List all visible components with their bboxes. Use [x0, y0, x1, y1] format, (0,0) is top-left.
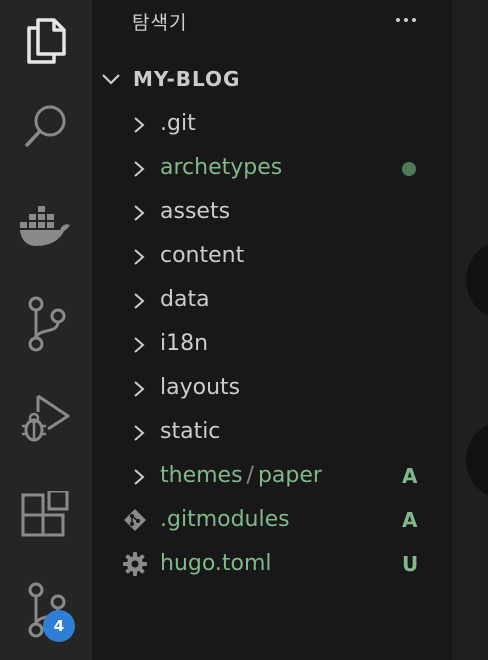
- extensions-button[interactable]: [0, 476, 92, 556]
- git-status-badge: A: [402, 464, 418, 488]
- tree-item-archetypes[interactable]: archetypes: [92, 146, 452, 190]
- tree-item-label: hugo.toml: [160, 551, 272, 576]
- source-control-icon: [28, 296, 66, 352]
- chevron-right-icon: [134, 117, 145, 133]
- more-dot-icon: [396, 18, 400, 22]
- tree-item-layouts[interactable]: layouts: [92, 366, 452, 410]
- explorer-button[interactable]: [0, 0, 92, 80]
- tree-item-label: .gitmodules: [160, 507, 290, 532]
- activity-bar: 4: [0, 0, 92, 660]
- tree-item-static[interactable]: static: [92, 410, 452, 454]
- source-control-badged-button[interactable]: [0, 570, 92, 650]
- chevron-right-icon: [134, 469, 145, 485]
- path-separator: /: [246, 463, 254, 488]
- editor-shadow: [466, 240, 488, 320]
- run-debug-button[interactable]: [0, 378, 92, 458]
- tree-item-git[interactable]: .git: [92, 102, 452, 146]
- tree-item-label: static: [160, 419, 221, 444]
- tree-item-label: data: [160, 287, 210, 312]
- tree-item-data[interactable]: data: [92, 278, 452, 322]
- tree-item-label: content: [160, 243, 245, 268]
- path-segment: themes: [160, 463, 243, 488]
- tree-item-i18n[interactable]: i18n: [92, 322, 452, 366]
- explorer-sidebar: 탐색기 MY-BLOG .git archetypes assets conte…: [92, 0, 452, 660]
- git-file-icon: [124, 509, 146, 531]
- chevron-right-icon: [134, 337, 145, 353]
- tree-item-label: themes / paper: [160, 463, 322, 488]
- tree-item-assets[interactable]: assets: [92, 190, 452, 234]
- section-header[interactable]: MY-BLOG: [92, 62, 452, 96]
- editor-area: [452, 0, 488, 660]
- tree-item-themes-paper[interactable]: themes / paper A: [92, 454, 452, 498]
- docker-button[interactable]: [0, 186, 92, 266]
- chevron-right-icon: [134, 381, 145, 397]
- chevron-right-icon: [134, 425, 145, 441]
- modified-dot-icon: [402, 162, 416, 176]
- chevron-right-icon: [134, 249, 145, 265]
- source-control-button[interactable]: [0, 284, 92, 364]
- more-dot-icon: [404, 18, 408, 22]
- editor-shadow: [466, 420, 488, 500]
- git-status-badge: U: [402, 552, 419, 576]
- section-title: MY-BLOG: [133, 67, 241, 91]
- tree-item-label: archetypes: [160, 155, 283, 180]
- search-icon: [25, 105, 66, 147]
- docker-icon: [20, 206, 70, 246]
- tree-item-label: layouts: [160, 375, 241, 400]
- tree-item-label: i18n: [160, 331, 209, 356]
- run-debug-icon: [22, 394, 70, 442]
- search-button[interactable]: [0, 86, 92, 166]
- tree-item-label: assets: [160, 199, 231, 224]
- more-dot-icon: [412, 18, 416, 22]
- files-icon: [27, 18, 66, 64]
- notification-badge: 4: [43, 610, 75, 642]
- chevron-down-icon: [102, 74, 120, 85]
- extensions-icon: [21, 491, 69, 537]
- more-actions-button[interactable]: [392, 6, 420, 34]
- git-status-badge: A: [402, 508, 418, 532]
- chevron-right-icon: [134, 205, 145, 221]
- chevron-right-icon: [134, 161, 145, 177]
- tree-item-content[interactable]: content: [92, 234, 452, 278]
- gear-icon: [123, 552, 147, 576]
- sidebar-title: 탐색기: [132, 12, 188, 34]
- chevron-right-icon: [134, 293, 145, 309]
- tree-item-gitmodules[interactable]: .gitmodules A: [92, 498, 452, 542]
- path-segment: paper: [257, 463, 322, 488]
- tree-item-hugo-toml[interactable]: hugo.toml U: [92, 542, 452, 586]
- tree-item-label: .git: [160, 111, 196, 136]
